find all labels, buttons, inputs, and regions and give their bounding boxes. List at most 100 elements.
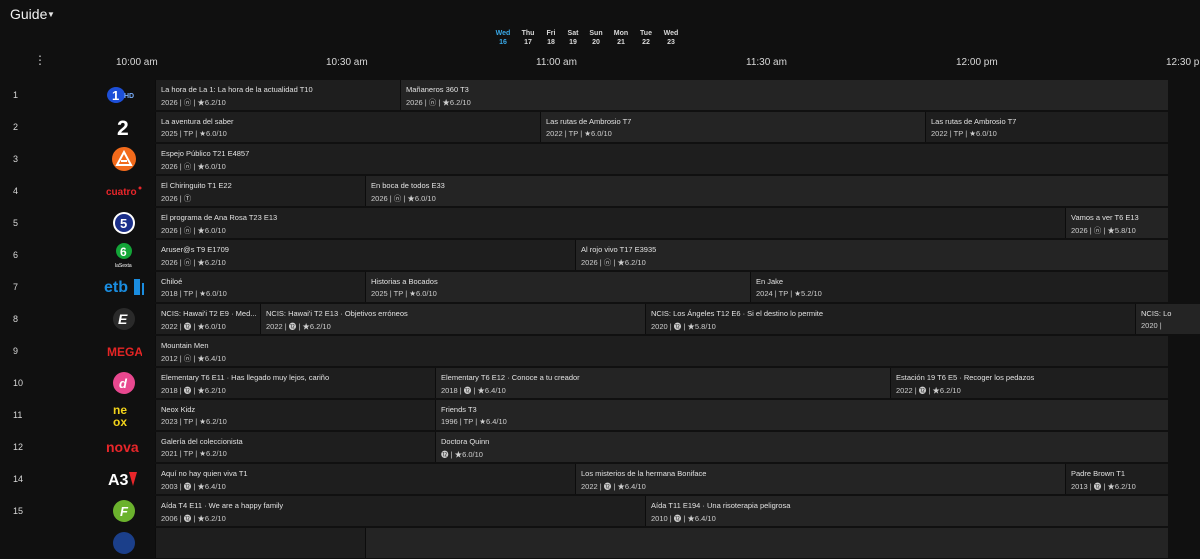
program-cell[interactable]: La hora de La 1: La hora de la actualida… (155, 80, 400, 110)
time-label: 10:00 am (116, 57, 158, 68)
channel-number: 3 (13, 154, 19, 164)
program-info: 2026 | ⓝ | ★6.2/10 (581, 258, 646, 267)
program-cell[interactable]: Las rutas de Ambrosio T7 2022 | TP | ★6.0… (925, 112, 1168, 142)
channel-row: 1 1 HD La hora de La 1: La hora de la actua… (0, 79, 1200, 111)
program-cell[interactable]: Los misterios de la hermana Boniface 2022… (575, 464, 1065, 494)
program-info: 2026 | ⓝ | ★6.2/10 (406, 98, 471, 107)
program-title: Vamos a ver T6 E13 (1071, 213, 1139, 222)
program-cell[interactable]: Espejo Público T21 E4857 2026 | ⓝ | ★6.0/… (155, 144, 1168, 174)
channel-number: 15 (13, 506, 24, 516)
day-tab[interactable]: Wed 23 (658, 30, 684, 47)
program-cell[interactable]: NCIS: Lo 2020 | (1135, 304, 1200, 334)
channel-row: 12 nova Galería del coleccionista 2021 | TP… (0, 431, 1200, 463)
day-number: 23 (667, 38, 675, 46)
program-cell[interactable]: Historias a Bocados 2025 | TP | ★6.0/10 (365, 272, 750, 302)
day-tab[interactable]: Mon 21 (608, 30, 634, 47)
program-cell[interactable]: Aruser@s T9 E1709 2026 | ⓝ | ★6.2/10 (155, 240, 575, 270)
program-cell[interactable]: El programa de Ana Rosa T23 E13 2026 | ⓝ … (155, 208, 1065, 238)
energy-logo[interactable]: E (104, 306, 144, 332)
day-tab[interactable]: Tue 22 (633, 30, 659, 47)
day-tab[interactable]: Wed 16 (490, 30, 516, 47)
program-cell[interactable]: Doctora Quinn ⓬ | ★6.0/10 (435, 432, 1168, 462)
program-cell[interactable]: Mañaneros 360 T3 2026 | ⓝ | ★6.2/10 (400, 80, 1168, 110)
channel-row: 6 6 laSexta Aruser@s T9 E1709 2026 | ⓝ | ★6.… (0, 239, 1200, 271)
program-title: NCIS: Hawai'i T2 E9 · Med... (161, 309, 257, 318)
program-title: En boca de todos E33 (371, 181, 445, 190)
program-cell[interactable]: Friends T3 1996 | TP | ★6.4/10 (435, 400, 1168, 430)
program-cell[interactable]: Galería del coleccionista 2021 | TP | ★6.… (155, 432, 435, 462)
program-title: Doctora Quinn (441, 437, 490, 446)
svg-text:1: 1 (112, 88, 119, 103)
program-info: 2026 | ⓝ | ★6.0/10 (161, 162, 226, 171)
cuatro-logo[interactable]: cuatro (104, 178, 144, 204)
program-cell[interactable]: El Chiringuito T1 E22 2026 | Ⓣ (155, 176, 365, 206)
program-cell[interactable]: NCIS: Hawai'i T2 E9 · Med... 2022 | ⓬ | ★… (155, 304, 260, 334)
program-cell[interactable]: En Jake 2024 | TP | ★5.2/10 (750, 272, 1168, 302)
time-label: 10:30 am (326, 57, 368, 68)
program-cell[interactable]: Aída T11 E194 · Una risoterapia peligros… (645, 496, 1168, 526)
program-info: 2013 | ⓬ | ★6.2/10 (1071, 482, 1136, 491)
svg-text:d: d (119, 376, 128, 391)
program-info: 2024 | TP | ★5.2/10 (756, 289, 822, 298)
day-number: 21 (617, 38, 625, 46)
channel-number: 7 (13, 282, 19, 292)
program-title: Aquí no hay quien viva T1 (161, 469, 248, 478)
nova-logo[interactable]: nova (104, 434, 144, 460)
caret-down-icon[interactable]: ▼ (47, 10, 55, 19)
program-cell[interactable]: Las rutas de Ambrosio T7 2022 | TP | ★6.0… (540, 112, 925, 142)
program-title: Los misterios de la hermana Boniface (581, 469, 707, 478)
program-info: 2025 | TP | ★6.0/10 (371, 289, 437, 298)
antena3-logo[interactable] (104, 146, 144, 172)
program-cell[interactable]: Elementary T6 E11 · Has llegado muy lejo… (155, 368, 435, 398)
day-tab[interactable]: Sun 20 (583, 30, 609, 47)
program-info: 2022 | TP | ★6.0/10 (931, 129, 997, 138)
fdf-logo[interactable]: F (104, 498, 144, 524)
channel-row: 15 F Aída T4 E11 · We are a happy family 20… (0, 495, 1200, 527)
la1-hd-logo[interactable]: 1 HD (104, 82, 144, 108)
program-cell[interactable]: NCIS: Los Ángeles T12 E6 · Si el destino… (645, 304, 1135, 334)
la2-logo[interactable]: 2 (104, 114, 144, 140)
mega-logo[interactable]: MEGA (104, 338, 144, 364)
program-cell[interactable]: La aventura del saber 2025 | TP | ★6.0/10 (155, 112, 540, 142)
program-cell[interactable]: Aída T4 E11 · We are a happy family 2006 … (155, 496, 645, 526)
channel-number: 14 (13, 474, 24, 484)
more-vert-icon[interactable]: ⋮ (34, 54, 46, 66)
program-cell[interactable]: NCIS: Hawai'i T2 E13 · Objetivos erróneo… (260, 304, 645, 334)
channel-row: 8 E NCIS: Hawai'i T2 E9 · Med... 2022 | ⓬ |… (0, 303, 1200, 335)
channel-row: 11 ne ox Neox Kidz 2023 | TP | ★6.2/10 Friend… (0, 399, 1200, 431)
program-info: 2026 | ⓝ | ★5.8/10 (1071, 226, 1136, 235)
guide-title[interactable]: Guide (10, 6, 47, 22)
etb-logo[interactable]: etb (104, 274, 144, 300)
program-cell[interactable]: Neox Kidz 2023 | TP | ★6.2/10 (155, 400, 435, 430)
day-name: Mon (613, 30, 629, 37)
divinity-logo[interactable]: d (104, 370, 144, 396)
program-title: Galería del coleccionista (161, 437, 243, 446)
program-title: Historias a Bocados (371, 277, 438, 286)
program-cell[interactable]: Vamos a ver T6 E13 2026 | ⓝ | ★5.8/10 (1065, 208, 1168, 238)
channel-number: 12 (13, 442, 24, 452)
program-title: En Jake (756, 277, 784, 286)
program-cell[interactable]: Mountain Men 2012 | ⓝ | ★6.4/10 (155, 336, 1168, 366)
svg-text:ox: ox (113, 415, 127, 428)
channel-number: 11 (13, 410, 23, 420)
channel-number: 9 (13, 346, 19, 356)
channel-logo[interactable] (104, 530, 144, 556)
a3series-logo[interactable]: A3 (104, 466, 144, 492)
telecinco-logo[interactable]: 5 (104, 210, 144, 236)
neox-logo[interactable]: ne ox (104, 402, 144, 428)
day-name: Wed (663, 30, 679, 37)
program-title: Aída T4 E11 · We are a happy family (161, 501, 284, 510)
lasexta-logo[interactable]: 6 laSexta (104, 242, 144, 268)
program-cell[interactable]: Estación 19 T6 E5 · Recoger los pedazos 2… (890, 368, 1168, 398)
svg-text:A3: A3 (108, 472, 129, 489)
program-cell[interactable]: En boca de todos E33 2026 | ⓝ | ★6.0/10 (365, 176, 1168, 206)
program-cell[interactable]: Chiloé 2018 | TP | ★6.0/10 (155, 272, 365, 302)
program-cell[interactable]: Elementary T6 E12 · Conoce a tu creador 2… (435, 368, 890, 398)
program-cell[interactable]: Al rojo vivo T17 E3935 2026 | ⓝ | ★6.2/10 (575, 240, 1168, 270)
program-cell[interactable] (365, 528, 1168, 558)
program-cell[interactable]: Padre Brown T1 2013 | ⓬ | ★6.2/10 (1065, 464, 1168, 494)
program-cell[interactable] (155, 528, 365, 558)
day-number: 20 (592, 38, 600, 46)
program-cell[interactable]: Aquí no hay quien viva T1 2003 | ⓬ | ★6.4… (155, 464, 575, 494)
channel-number: 6 (13, 250, 19, 260)
